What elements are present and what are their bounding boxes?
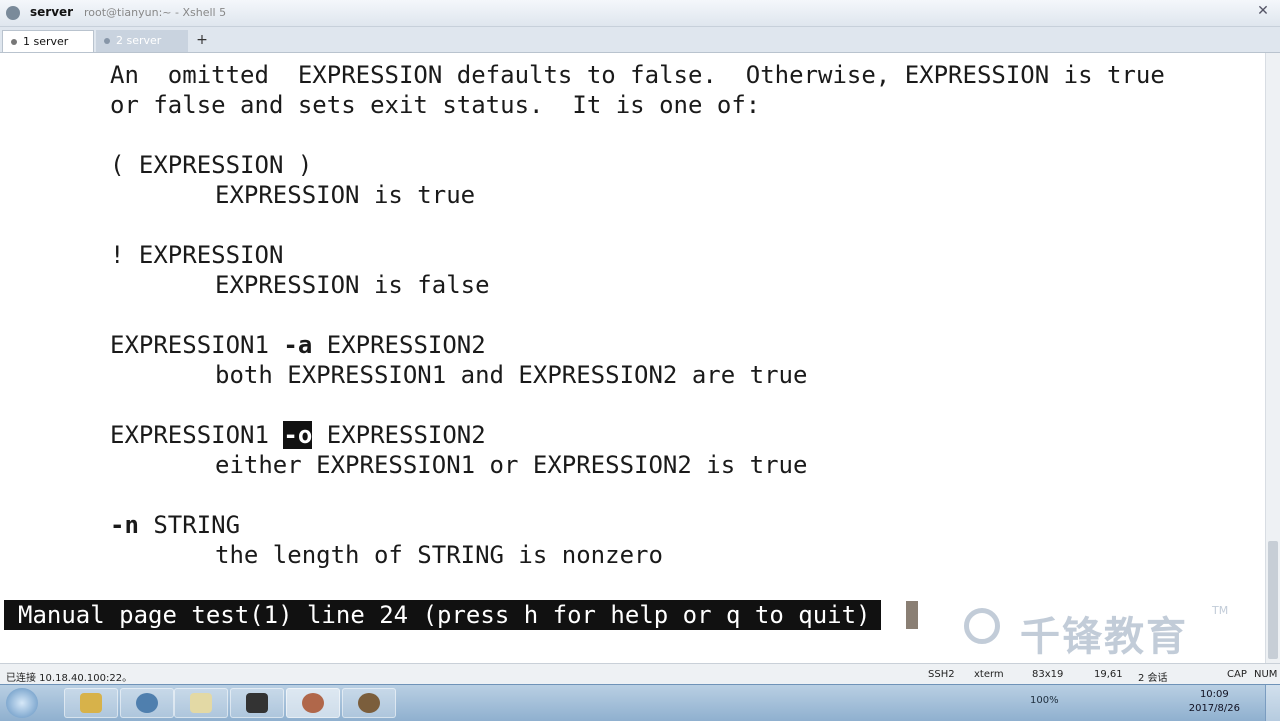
option-flag: -a bbox=[283, 331, 313, 359]
taskbar-browser-button[interactable] bbox=[120, 688, 174, 718]
folder-icon bbox=[190, 693, 212, 713]
clock-date: 2017/8/26 bbox=[1188, 703, 1240, 714]
xftp-icon bbox=[358, 693, 380, 713]
close-icon[interactable]: ✕ bbox=[1252, 3, 1274, 21]
caps-lock-indicator: CAP bbox=[1227, 669, 1247, 680]
terminal-size: 83x19 bbox=[1032, 669, 1064, 680]
system-clock[interactable]: 10:09 2017/8/26 bbox=[1189, 688, 1240, 716]
watermark-trademark: TM bbox=[1212, 604, 1229, 617]
option-text: EXPRESSION1 bbox=[110, 421, 284, 449]
session-status-icon bbox=[11, 39, 17, 45]
session-status-icon bbox=[104, 38, 110, 44]
window-subtitle: root@tianyun:~ - Xshell 5 bbox=[84, 6, 227, 19]
scroll-thumb[interactable] bbox=[1268, 541, 1278, 659]
terminal-line: both EXPRESSION1 and EXPRESSION2 are tru… bbox=[215, 361, 808, 389]
terminal-line: EXPRESSION is true bbox=[215, 181, 476, 209]
connection-status: 已连接 10.18.40.100:22。 bbox=[6, 673, 133, 684]
terminal-type: xterm bbox=[974, 669, 1004, 680]
volume-indicator[interactable]: 100% bbox=[1030, 695, 1059, 706]
terminal-line: EXPRESSION1 -a EXPRESSION2 bbox=[110, 330, 486, 360]
clock-time: 10:09 bbox=[1199, 689, 1229, 700]
terminal-line: EXPRESSION1 -o EXPRESSION2 bbox=[110, 420, 486, 450]
option-text: EXPRESSION2 bbox=[312, 331, 486, 359]
option-text: EXPRESSION1 bbox=[110, 331, 284, 359]
terminal-line: either EXPRESSION1 or EXPRESSION2 is tru… bbox=[215, 451, 808, 479]
xshell-icon bbox=[302, 693, 324, 713]
terminal-line: -n STRING bbox=[110, 510, 240, 540]
taskbar-app-button[interactable] bbox=[230, 688, 284, 718]
ie-icon bbox=[80, 693, 102, 713]
terminal-line: the length of STRING is nonzero bbox=[215, 541, 663, 569]
tab-label: 2 server bbox=[116, 34, 162, 47]
app-icon bbox=[246, 693, 268, 713]
cursor-position: 19,61 bbox=[1094, 669, 1123, 680]
pager-status-line: Manual page test(1) line 24 (press h for… bbox=[4, 600, 881, 630]
terminal-line: ! EXPRESSION bbox=[110, 241, 284, 269]
search-highlight: -o bbox=[283, 421, 313, 449]
taskbar-xshell-button[interactable] bbox=[286, 688, 340, 718]
xshell-app-icon[interactable] bbox=[6, 6, 20, 20]
session-count: 2 会话 bbox=[1138, 673, 1168, 684]
terminal-line: EXPRESSION is false bbox=[215, 271, 490, 299]
title-bar: server root@tianyun:~ - Xshell 5 ✕ bbox=[0, 0, 1280, 27]
watermark-text: 千锋教育 bbox=[1020, 614, 1188, 660]
vertical-scrollbar[interactable] bbox=[1265, 53, 1280, 663]
terminal-line: ( EXPRESSION ) bbox=[110, 151, 313, 179]
taskbar-explorer-button[interactable] bbox=[64, 688, 118, 718]
option-flag: -n bbox=[110, 511, 139, 539]
taskbar-files-button[interactable] bbox=[174, 688, 228, 718]
terminal-line: or false and sets exit status. It is one… bbox=[110, 91, 761, 119]
terminal-area[interactable]: An omitted EXPRESSION defaults to false.… bbox=[0, 53, 1266, 633]
window-title: server bbox=[30, 5, 74, 19]
protocol-label: SSH2 bbox=[928, 669, 955, 680]
windows-taskbar: 100% 10:09 2017/8/26 bbox=[0, 684, 1280, 721]
taskbar-xftp-button[interactable] bbox=[342, 688, 396, 718]
terminal-line: An omitted EXPRESSION defaults to false.… bbox=[110, 61, 1165, 89]
show-desktop-button[interactable] bbox=[1265, 685, 1280, 721]
status-bar: 已连接 10.18.40.100:22。 SSH2 xterm 83x19 19… bbox=[0, 663, 1280, 685]
session-tab-bar: 1 server 2 server + bbox=[0, 27, 1280, 53]
tab-session-2[interactable]: 2 server bbox=[96, 30, 188, 52]
num-lock-indicator: NUM bbox=[1254, 669, 1278, 680]
new-tab-button[interactable]: + bbox=[192, 30, 212, 50]
brand-logo-icon bbox=[964, 608, 1000, 644]
terminal-cursor bbox=[906, 601, 918, 629]
start-button[interactable] bbox=[6, 688, 38, 718]
tab-label: 1 server bbox=[23, 35, 69, 48]
option-text: STRING bbox=[138, 511, 241, 539]
tab-session-1[interactable]: 1 server bbox=[2, 30, 94, 52]
browser-icon bbox=[136, 693, 158, 713]
option-text: EXPRESSION2 bbox=[312, 421, 486, 449]
